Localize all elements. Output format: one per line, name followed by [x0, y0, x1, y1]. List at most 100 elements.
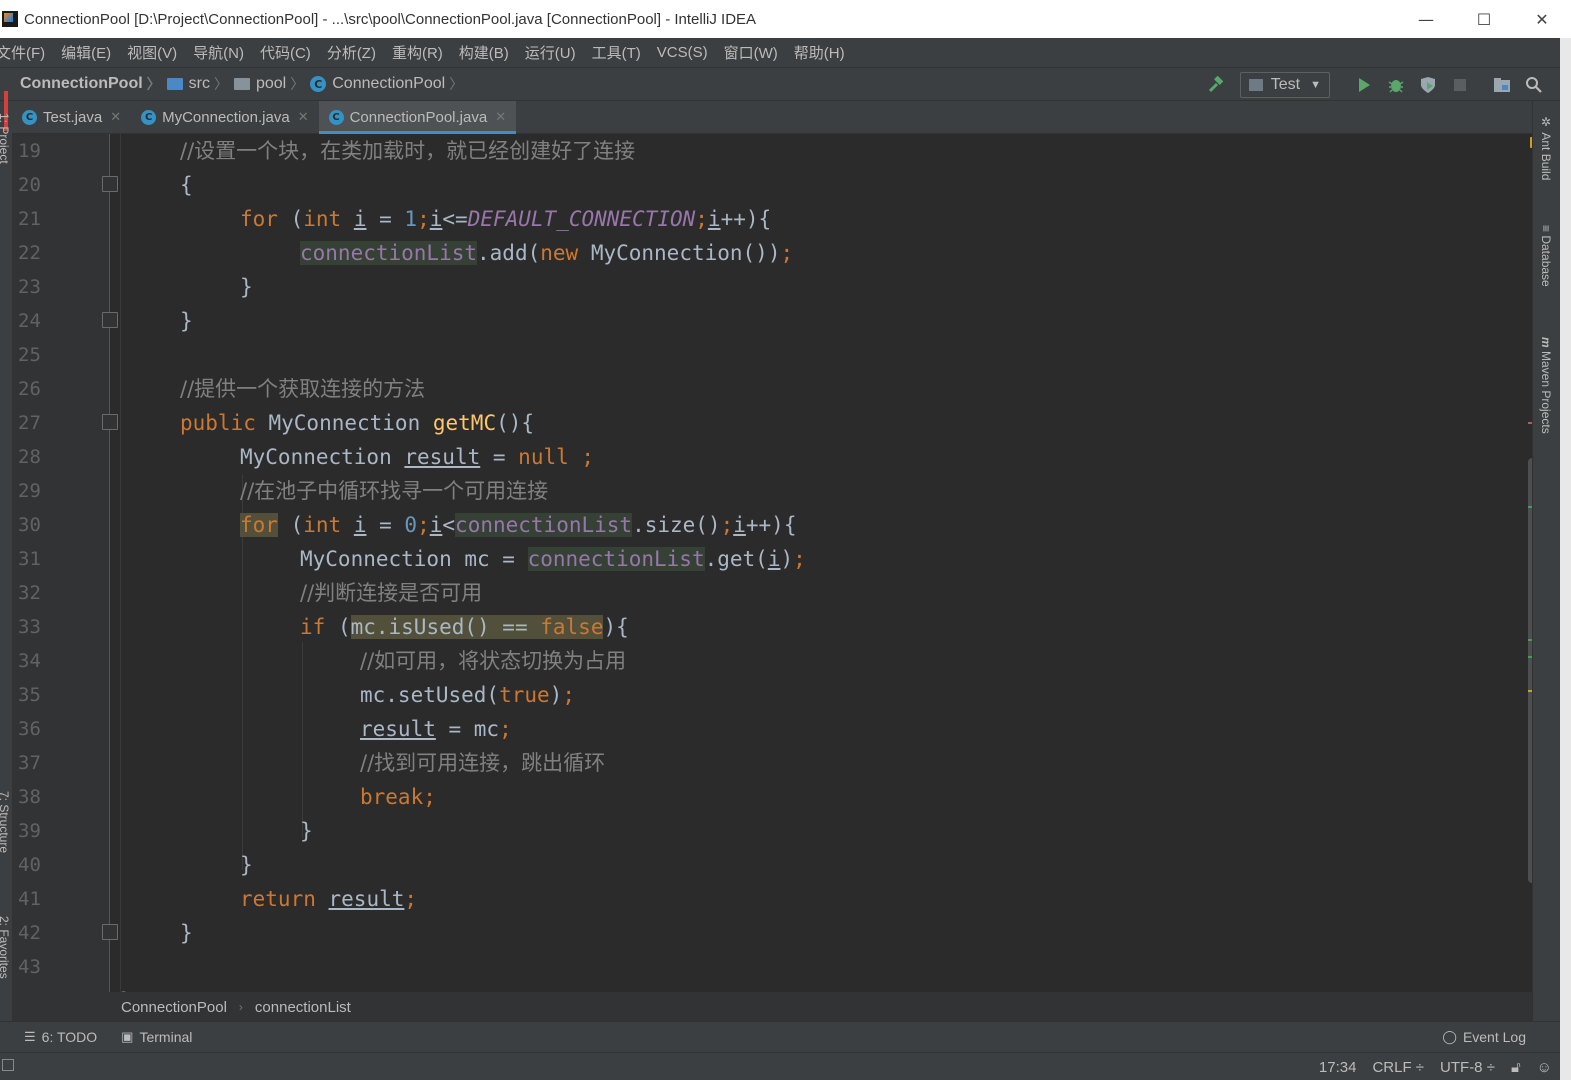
code-text: //找到可用连接，跳出循环: [360, 746, 605, 780]
fold-marker-icon[interactable]: [102, 924, 118, 940]
maximize-button[interactable]: ☐: [1455, 0, 1513, 38]
tab-label: MyConnection.java: [162, 108, 290, 126]
ant-build-tool-button[interactable]: ✲ Ant Build: [1539, 115, 1553, 180]
tab-test-java[interactable]: C Test.java ✕: [12, 101, 131, 133]
comment: //如可用，将状态切换为占用: [360, 649, 627, 673]
title-bar: ConnectionPool [D:\Project\ConnectionPoo…: [0, 0, 1571, 38]
close-tab-icon[interactable]: ✕: [110, 109, 121, 125]
code-text: if (mc.isUsed() == false){: [300, 615, 629, 639]
maven-tool-button[interactable]: m Maven Projects: [1539, 337, 1553, 434]
structure-tool-button[interactable]: 7: Structure: [0, 791, 11, 853]
close-window-button[interactable]: ✕: [1513, 0, 1571, 38]
editor-tabs: C Test.java ✕ C MyConnection.java ✕ C Co…: [12, 101, 1532, 134]
terminal-icon: ▣: [121, 1029, 134, 1044]
chevron-right-icon: ›: [238, 1000, 243, 1014]
code-line: 43: [12, 950, 1512, 984]
run-configuration-select[interactable]: Test ▼: [1239, 72, 1330, 98]
tab-connectionpool-java[interactable]: C ConnectionPool.java ✕: [318, 101, 517, 134]
line-separator-select[interactable]: CRLF ÷: [1372, 1059, 1424, 1076]
menu-vcs[interactable]: VCS(S): [649, 44, 716, 61]
terminal-tool-button[interactable]: ▣ Terminal: [121, 1029, 192, 1045]
run-config-label: Test: [1270, 76, 1301, 93]
fold-marker-icon[interactable]: [102, 176, 118, 192]
background-window-edge: [1560, 38, 1571, 1080]
menu-window[interactable]: 窗口(W): [716, 42, 786, 63]
event-log-label: Event Log: [1462, 1029, 1526, 1045]
nav-package[interactable]: pool 〉: [233, 74, 310, 94]
menu-run[interactable]: 运行(U): [517, 42, 584, 63]
build-hammer-icon[interactable]: [1204, 73, 1228, 97]
maven-label: Maven Projects: [1539, 351, 1553, 434]
comment: //设置一个块，在类加载时，就已经创建好了连接: [180, 139, 636, 163]
menu-analyze[interactable]: 分析(Z): [319, 42, 384, 63]
event-log-button[interactable]: ◯ Event Log: [1442, 1029, 1526, 1045]
menu-help[interactable]: 帮助(H): [786, 42, 853, 63]
code-text: break;: [360, 785, 436, 809]
code-text: //设置一个块，在类加载时，就已经创建好了连接: [180, 134, 635, 168]
todo-tool-button[interactable]: ☰ 6: TODO: [24, 1029, 97, 1045]
navigation-bar: ConnectionPool 〉 src 〉 pool 〉 C ConnectionP…: [0, 67, 1560, 101]
menu-edit[interactable]: 编辑(E): [53, 42, 119, 63]
inspector-icon[interactable]: ☺︎: [1537, 1059, 1552, 1076]
menu-file[interactable]: 文件(F): [0, 42, 53, 63]
chevron-right-icon: 〉: [449, 76, 464, 92]
search-everywhere-icon[interactable]: [1522, 73, 1546, 97]
close-tab-icon[interactable]: ✕: [298, 109, 309, 125]
fold-marker-icon[interactable]: [102, 414, 118, 430]
line-number: 39: [18, 820, 41, 842]
fold-marker-icon[interactable]: [102, 312, 118, 328]
close-tab-icon[interactable]: ✕: [495, 109, 506, 125]
line-number: 21: [18, 208, 41, 230]
breadcrumb-class[interactable]: ConnectionPool: [121, 999, 227, 1016]
folder-icon: [166, 78, 183, 90]
toggle-tool-windows-icon[interactable]: [2, 1059, 14, 1071]
favorites-tool-button[interactable]: 2: Favorites: [0, 916, 11, 979]
run-with-coverage-icon[interactable]: [1416, 73, 1440, 97]
menu-view[interactable]: 视图(V): [119, 42, 185, 63]
menu-code[interactable]: 代码(C): [252, 42, 319, 63]
code-line: 32 //判断连接是否可用: [12, 576, 1512, 610]
code-line: 30 for (int i = 0;i<connectionList.size(…: [12, 508, 1512, 542]
menu-tools[interactable]: 工具(T): [584, 42, 649, 63]
code-line: 25: [12, 338, 1512, 372]
ant-build-label: Ant Build: [1539, 132, 1553, 181]
line-number: 29: [18, 480, 41, 502]
menu-build[interactable]: 构建(B): [451, 42, 517, 63]
project-tool-button[interactable]: 1: Project: [0, 113, 11, 164]
nav-project-label: ConnectionPool: [20, 75, 143, 92]
code-text: }: [180, 921, 193, 945]
tab-myconnection-java[interactable]: C MyConnection.java ✕: [131, 101, 318, 133]
comment: //判断连接是否可用: [300, 581, 483, 605]
menu-navigate[interactable]: 导航(N): [185, 42, 252, 63]
code-line: 27 public MyConnection getMC(){: [12, 406, 1512, 440]
code-line: 20 {: [12, 168, 1512, 202]
code-line: 24 }: [12, 304, 1512, 338]
stop-icon[interactable]: [1448, 73, 1472, 97]
chevron-right-icon: 〉: [146, 76, 161, 92]
nav-project[interactable]: ConnectionPool 〉: [20, 74, 167, 94]
nav-class[interactable]: C ConnectionPool 〉: [310, 74, 469, 94]
line-number: 30: [18, 514, 41, 536]
caret-position[interactable]: 17:34: [1319, 1059, 1357, 1076]
debug-bug-icon[interactable]: [1384, 73, 1408, 97]
project-structure-icon[interactable]: [1490, 73, 1514, 97]
line-number: 24: [18, 310, 41, 332]
line-number: 35: [18, 684, 41, 706]
code-line: 23 }: [12, 270, 1512, 304]
menu-refactor[interactable]: 重构(R): [384, 42, 451, 63]
code-line: 29 //在池子中循环找寻一个可用连接: [12, 474, 1512, 508]
line-number: 28: [18, 446, 41, 468]
lock-icon[interactable]: 🔓︎: [1511, 1059, 1521, 1076]
breadcrumb-field[interactable]: connectionList: [255, 999, 351, 1016]
minimize-button[interactable]: —: [1397, 0, 1455, 38]
database-icon: ≡: [1539, 225, 1553, 236]
menu-bar: 文件(F) 编辑(E) 视图(V) 导航(N) 代码(C) 分析(Z) 重构(R…: [0, 38, 1560, 67]
encoding-select[interactable]: UTF-8 ÷: [1440, 1059, 1495, 1076]
database-tool-button[interactable]: ≡ Database: [1539, 225, 1553, 287]
run-icon[interactable]: [1352, 73, 1376, 97]
nav-package-label: pool: [255, 75, 287, 92]
code-editor[interactable]: 19 //设置一个块，在类加载时，就已经创建好了连接 20 { 21 for (…: [12, 134, 1532, 992]
nav-src-folder[interactable]: src 〉: [166, 74, 234, 94]
code-line: 42 }: [12, 916, 1512, 950]
code-line: 31 MyConnection mc = connectionList.get(…: [12, 542, 1512, 576]
